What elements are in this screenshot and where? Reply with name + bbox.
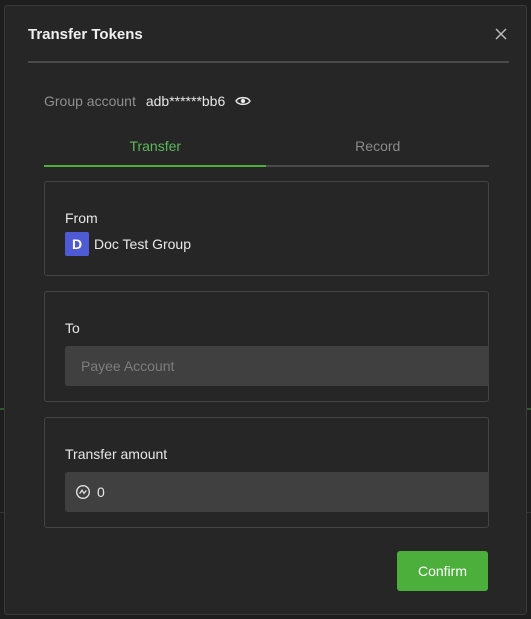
from-group: D Doc Test Group [65, 232, 191, 256]
group-account-value: adb******bb6 [145, 93, 226, 109]
amount-section: Transfer amount [44, 417, 489, 528]
transfer-amount-input[interactable] [91, 472, 489, 512]
close-icon [495, 28, 507, 40]
close-button[interactable] [491, 24, 511, 44]
payee-input-box [65, 346, 489, 386]
eye-icon [235, 96, 252, 106]
amount-input-box [65, 472, 489, 512]
to-label: To [65, 320, 80, 336]
group-account-row: Group account adb******bb6 [44, 91, 252, 111]
confirm-button[interactable]: Confirm [397, 551, 488, 591]
group-name: Doc Test Group [94, 236, 192, 252]
payee-account-input[interactable] [65, 346, 489, 386]
tab-record[interactable]: Record [267, 136, 490, 167]
group-avatar: D [65, 232, 89, 256]
tab-underline [44, 165, 489, 167]
transfer-amount-label: Transfer amount [65, 446, 168, 462]
from-label: From [65, 210, 98, 226]
show-account-button[interactable] [235, 93, 252, 109]
group-account-label: Group account [44, 93, 136, 109]
from-section: From D Doc Test Group [44, 181, 489, 276]
token-icon [75, 484, 91, 500]
to-section: To [44, 291, 489, 402]
active-tab-indicator [44, 165, 266, 167]
tab-transfer[interactable]: Transfer [44, 136, 267, 167]
header-divider [28, 61, 509, 63]
dialog-title: Transfer Tokens [28, 26, 143, 43]
tab-bar: Transfer Record [44, 136, 489, 167]
transfer-tokens-dialog: Transfer Tokens Group account adb******b… [4, 5, 527, 615]
